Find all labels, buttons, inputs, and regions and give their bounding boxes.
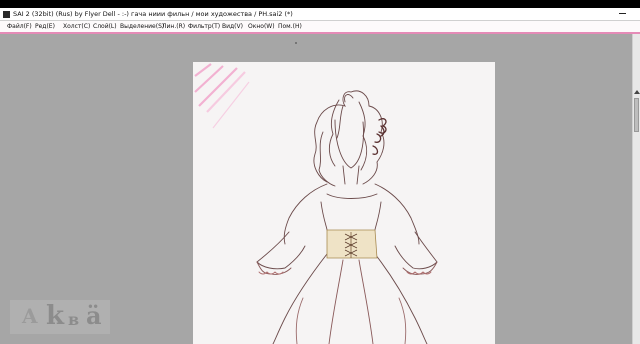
app-icon [3,11,10,18]
menu-canvas[interactable]: Холст(C) [63,22,90,31]
watermark-logo: A k в ä [10,300,110,334]
watermark-letter: в [68,310,80,329]
vertical-scrollbar[interactable] [632,34,640,344]
watermark-letter: k [46,301,65,331]
menu-ruler[interactable]: Лин.(R) [162,22,185,31]
menu-view[interactable]: Вид(V) [222,22,243,31]
corset [326,229,378,259]
scroll-up-arrow-icon[interactable] [634,90,640,94]
pink-stroke-marks [194,63,250,129]
drawing-canvas[interactable] [193,62,495,344]
menu-help[interactable]: Пом.(H) [278,22,302,31]
menu-layer[interactable]: Слой(L) [93,22,117,31]
title-bar[interactable]: SAI 2 (32bit) (Rus) by Flyer Dell - :-) … [0,8,640,21]
minimize-button[interactable] [619,13,626,14]
menu-window[interactable]: Окно(W) [248,22,275,31]
menu-edit[interactable]: Ред(E) [35,22,55,31]
menu-file[interactable]: Файл(F) [7,22,32,31]
line-art-drawing [194,63,438,344]
cursor-icon [295,42,297,44]
menu-filter[interactable]: Фильтр(T) [188,22,220,31]
figure-lines [256,90,438,344]
watermark-letter: A [22,304,38,328]
watermark-letter: ä [86,301,102,330]
menu-selection[interactable]: Выделение(S) [120,22,164,31]
menu-bar: Файл(F) Ред(E) Холст(C) Слой(L) Выделени… [0,21,640,34]
scroll-thumb[interactable] [634,98,639,132]
window-title: SAI 2 (32bit) (Rus) by Flyer Dell - :-) … [13,10,293,18]
